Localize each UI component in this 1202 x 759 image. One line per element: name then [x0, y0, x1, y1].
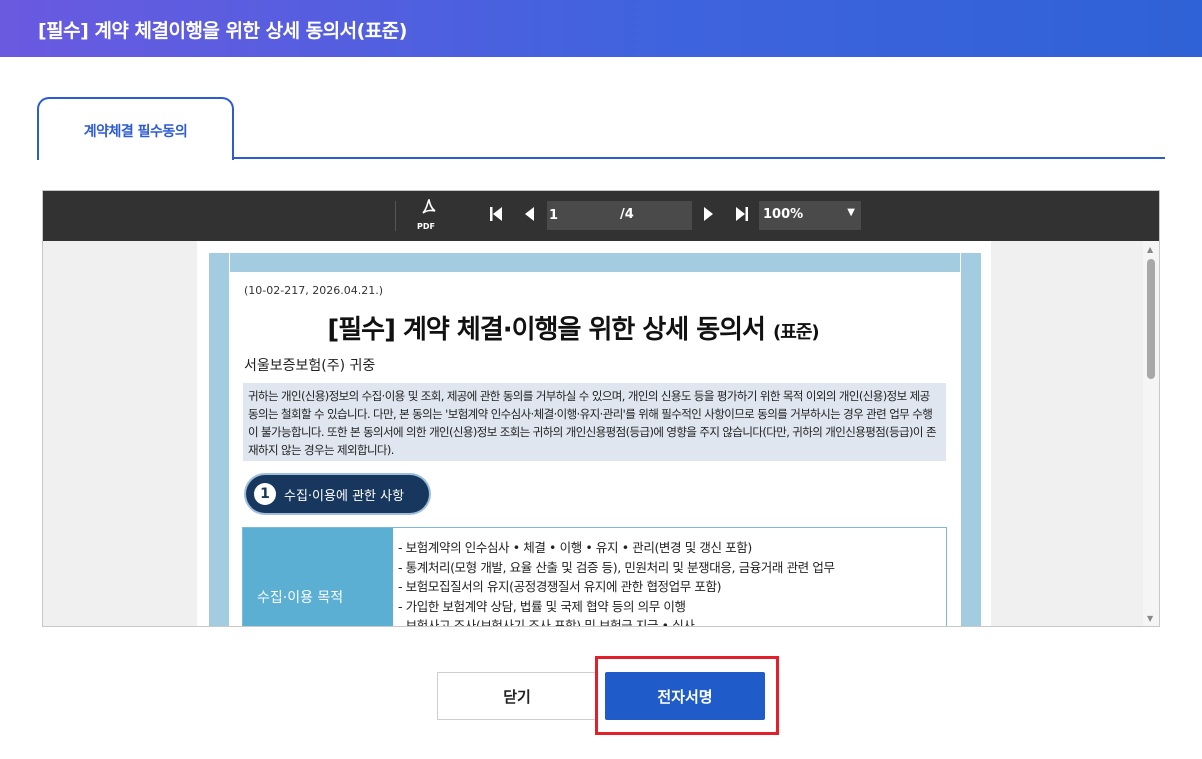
list-item: - 보험계약의 인수심사 • 체결 • 이행 • 유지 • 관리(변경 및 갱신… — [398, 540, 752, 555]
chevron-down-icon: ▼ — [847, 207, 855, 218]
document-title: [필수] 계약 체결·이행을 위한 상세 동의서 (표준) — [243, 309, 903, 346]
pdf-icon — [422, 199, 436, 214]
zoom-select[interactable]: 100% ▼ — [759, 201, 861, 230]
vertical-scrollbar[interactable]: ▲ ▼ — [1143, 241, 1159, 626]
purpose-header: 수집·이용 목적 — [243, 528, 393, 626]
prev-page-icon — [525, 207, 534, 221]
document-recipient: 서울보증보험(주) 귀중 — [244, 358, 376, 374]
pdf-download-button[interactable]: PDF — [415, 199, 441, 233]
purpose-table: 수집·이용 목적 - 보험계약의 인수심사 • 체결 • 이행 • 유지 • 관… — [242, 527, 947, 627]
page-number-input[interactable] — [547, 201, 617, 230]
first-page-icon — [490, 207, 502, 221]
purpose-list: - 보험계약의 인수심사 • 체결 • 이행 • 유지 • 관리(변경 및 갱신… — [398, 538, 938, 627]
page-total: /4 — [617, 201, 692, 230]
pdf-toolbar: PDF /4 100% ▼ — [43, 191, 1159, 241]
document-code: (10-02-217, 2026.04.21.) — [244, 284, 383, 297]
e-sign-button[interactable]: 전자서명 — [605, 672, 765, 720]
list-item: - 가입한 보험계약 상담, 법률 및 국제 협약 등의 의무 이행 — [398, 598, 686, 614]
scroll-up-icon[interactable]: ▲ — [1147, 245, 1153, 254]
tab-required-consent[interactable]: 계약체결 필수동의 — [37, 97, 234, 160]
first-page-button[interactable] — [489, 205, 509, 227]
section-title: 수집·이용에 관한 사항 — [284, 489, 405, 504]
list-item: - 보험모집질서의 유지(공정경쟁질서 유지에 관한 협정업무 포함) — [398, 579, 722, 594]
pdf-label: PDF — [417, 222, 435, 231]
list-item: - 통계처리(모형 개발, 요율 산출 및 검증 등), 민원처리 및 분쟁대응… — [398, 559, 835, 575]
list-item: - 보험사고 조사(보험사기 조사 포함) 및 보험금 지급 • 심사 — [398, 618, 695, 627]
close-button[interactable]: 닫기 — [437, 672, 597, 720]
next-page-icon — [704, 207, 713, 221]
scroll-down-icon[interactable]: ▼ — [1147, 614, 1153, 623]
toolbar-divider — [395, 201, 396, 231]
pdf-viewer: PDF /4 100% ▼ — [42, 190, 1160, 627]
page-frame-left — [209, 253, 229, 626]
document-title-suffix: (표준) — [773, 322, 820, 343]
scrollbar-thumb[interactable] — [1147, 259, 1155, 379]
section-number: 1 — [254, 483, 276, 505]
zoom-value: 100% — [763, 207, 804, 222]
dialog-title: [필수] 계약 체결이행을 위한 상세 동의서(표준) — [0, 0, 1202, 57]
last-page-button[interactable] — [735, 205, 755, 227]
next-page-button[interactable] — [703, 205, 723, 227]
consent-notice: 귀하는 개인(신용)정보의 수집·이용 및 조회, 제공에 관한 동의를 거부하… — [243, 383, 946, 461]
page-frame-header — [229, 253, 961, 272]
pdf-page: (10-02-217, 2026.04.21.) [필수] 계약 체결·이행을 … — [197, 241, 991, 627]
section-heading: 1 수집·이용에 관한 사항 — [246, 475, 429, 513]
page-frame-right — [961, 253, 981, 626]
last-page-icon — [736, 207, 748, 221]
document-title-main: [필수] 계약 체결·이행을 위한 상세 동의서 — [327, 315, 766, 345]
prev-page-button[interactable] — [523, 205, 543, 227]
